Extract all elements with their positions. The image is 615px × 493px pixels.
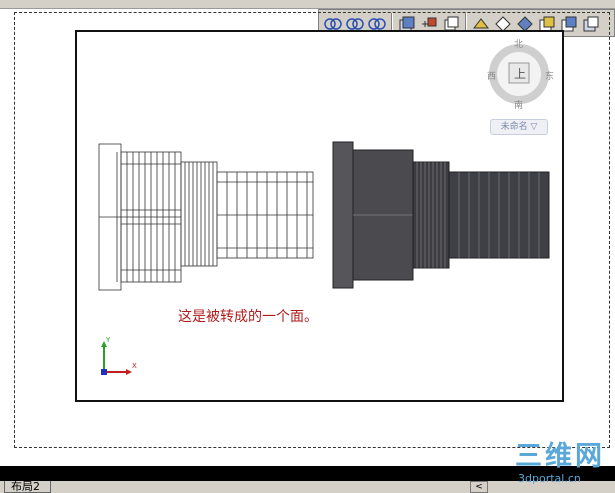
viewcube-south-label[interactable]: 南 <box>514 98 523 111</box>
ucs-y-label: Y <box>106 336 111 344</box>
watermark-text: 三维网 <box>515 441 605 472</box>
scroll-left-button[interactable]: < <box>470 481 488 493</box>
watermark: 三维网 3dportal.cn <box>510 442 610 486</box>
tab-layout2[interactable]: 布局2 <box>4 481 51 493</box>
viewcube-east-label[interactable]: 东 <box>545 69 554 82</box>
ucs-icon: Y X <box>98 336 140 378</box>
solid-part <box>332 141 550 289</box>
viewcube-west-label[interactable]: 西 <box>487 69 496 82</box>
drawing-caption: 这是被转成的一个面。 <box>178 309 318 325</box>
ucs-x-label: X <box>132 362 137 370</box>
named-view-dropdown[interactable]: 未命名 ▽ <box>490 119 548 135</box>
viewcube[interactable]: 上 北 南 东 西 <box>487 36 557 112</box>
top-toolbar <box>0 0 615 9</box>
wireframe-part <box>98 143 314 291</box>
viewcube-face-label[interactable]: 上 <box>514 65 526 82</box>
watermark-url: 3dportal.cn <box>518 472 581 485</box>
viewcube-north-label[interactable]: 北 <box>514 37 523 50</box>
